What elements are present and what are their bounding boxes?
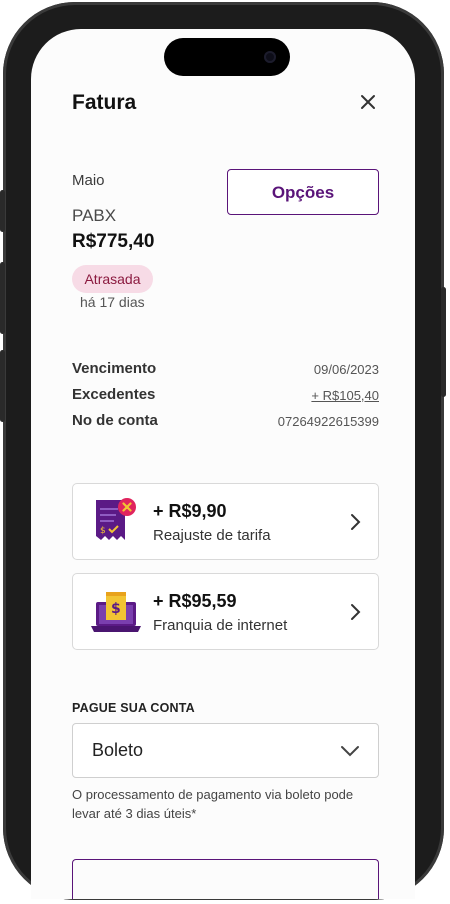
due-date-value: 09/06/2023 — [313, 362, 379, 377]
volume-up-button — [0, 262, 5, 334]
overdue-days: há 17 dias — [80, 294, 145, 310]
bottom-action-button[interactable] — [72, 859, 379, 899]
charge-card-internet[interactable]: $ + R$95,59 Franquia de internet — [72, 573, 379, 650]
camera — [264, 51, 276, 63]
page-title: Fatura — [72, 91, 137, 114]
power-button — [441, 287, 446, 397]
options-button[interactable]: Opções — [227, 169, 379, 215]
close-icon[interactable] — [357, 91, 379, 113]
receipt-warning-icon: $ — [96, 498, 136, 540]
charge-card-tariff[interactable]: $ + R$9,90 Reajuste de tarifa — [72, 483, 379, 560]
product-name: PABX — [72, 206, 117, 225]
chevron-right-icon — [351, 604, 361, 620]
internet-description: Franquia de internet — [153, 617, 288, 634]
status-badge: Atrasada — [72, 265, 153, 293]
excess-value-link[interactable]: + R$105,40 — [311, 388, 379, 403]
chevron-right-icon — [351, 514, 361, 530]
volume-down-button — [0, 350, 5, 422]
invoice-amount: R$775,40 — [72, 231, 155, 252]
internet-amount: + R$95,59 — [153, 591, 237, 611]
screen: Fatura Maio PABX R$775,40 Atrasada há 17… — [31, 29, 415, 899]
action-button — [0, 190, 5, 232]
tariff-description: Reajuste de tarifa — [153, 527, 271, 544]
chevron-down-icon — [341, 746, 359, 757]
payment-method-value: Boleto — [92, 740, 144, 760]
payment-note: O processamento de pagamento via boleto … — [72, 787, 354, 821]
account-number-label: No de conta — [72, 412, 158, 429]
dynamic-island — [164, 38, 290, 76]
excess-label: Excedentes — [72, 386, 156, 403]
svg-text:$: $ — [100, 526, 106, 536]
invoice-month: Maio — [72, 172, 105, 189]
tariff-amount: + R$9,90 — [153, 501, 227, 521]
laptop-bill-icon: $ — [91, 592, 141, 632]
payment-section-heading: PAGUE SUA CONTA — [72, 701, 195, 715]
account-number-value: 07264922615399 — [277, 414, 379, 429]
due-date-label: Vencimento — [72, 360, 157, 377]
payment-method-select[interactable]: Boleto — [72, 723, 379, 778]
svg-text:$: $ — [111, 601, 121, 617]
